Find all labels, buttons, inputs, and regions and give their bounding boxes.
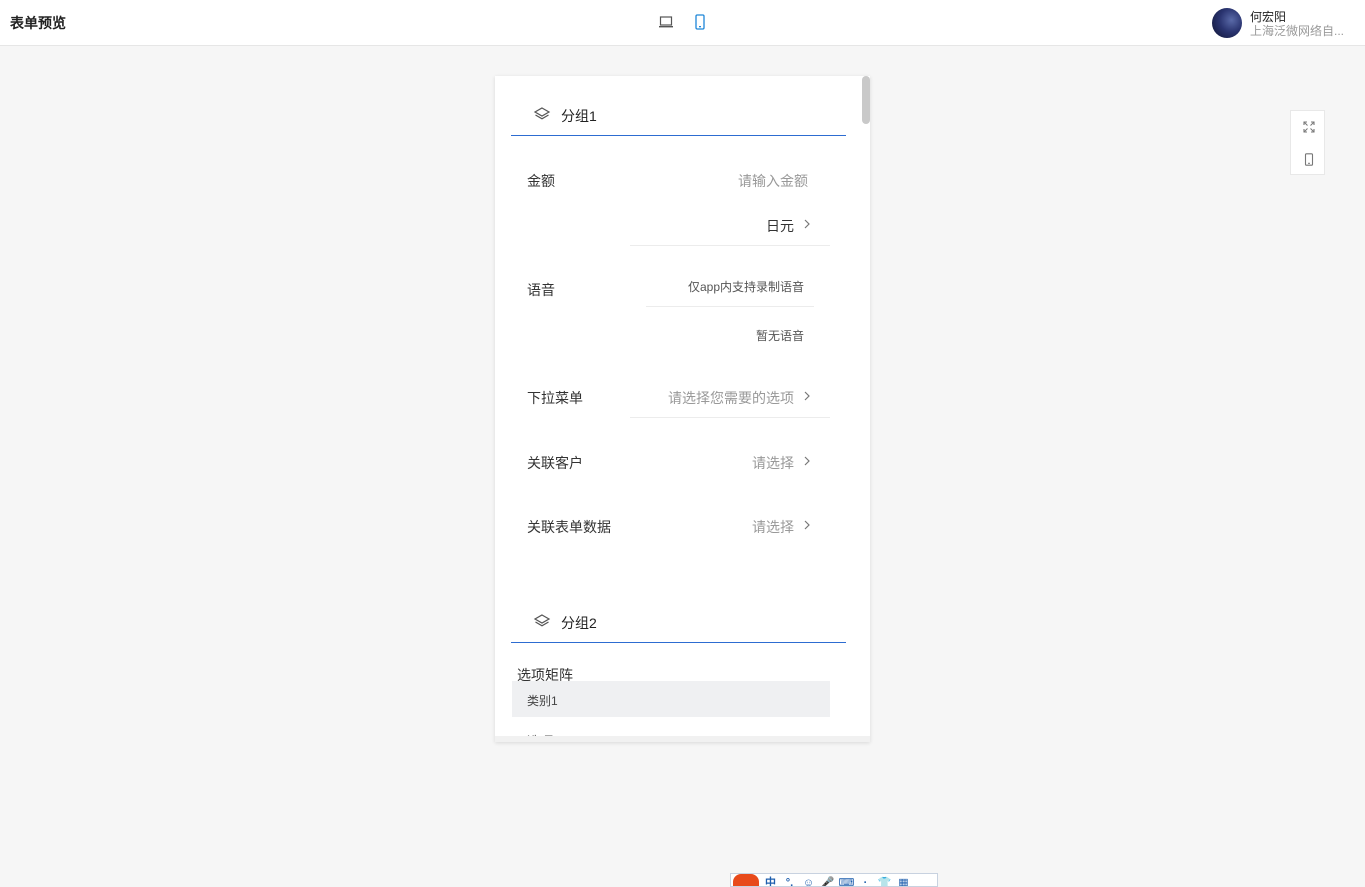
page-title: 表单预览	[10, 15, 66, 31]
expand-icon	[1302, 121, 1315, 133]
desktop-preview-button[interactable]	[656, 12, 676, 32]
divider	[646, 306, 814, 307]
matrix-category-label: 类别1	[527, 694, 558, 708]
matrix-category-row: 类别1	[512, 681, 830, 717]
ime-toolbar[interactable]: 中 °, ☺ 🎤 ⌨ · 👕 ▦	[730, 873, 938, 887]
fullscreen-button[interactable]	[1291, 111, 1326, 143]
scrollbar-thumb[interactable]	[862, 76, 870, 124]
user-organization: 上海泛微网络自...	[1250, 24, 1345, 38]
dropdown-label: 下拉菜单	[527, 390, 583, 406]
group-title: 分组1	[561, 108, 597, 124]
mobile-view-button[interactable]	[1291, 143, 1326, 175]
layers-icon	[533, 614, 551, 627]
chevron-right-icon	[804, 520, 810, 530]
mobile-form-preview[interactable]: 分组1 金额 请输入金额 日元 语音 仅app内支持录制语音 暂无语音 下拉菜单…	[495, 76, 870, 742]
customer-label: 关联客户	[527, 455, 583, 471]
divider	[630, 417, 830, 418]
group-title: 分组2	[561, 615, 597, 631]
ime-menu-icon[interactable]: ▦	[894, 874, 913, 886]
divider	[630, 245, 830, 246]
ime-chinese-mode[interactable]: 中	[761, 874, 780, 886]
ime-voice-icon[interactable]: 🎤	[818, 874, 837, 886]
chevron-right-icon	[804, 391, 810, 401]
voice-empty-text: 暂无语音	[755, 329, 804, 343]
group-header-1: 分组1	[511, 92, 846, 136]
amount-input[interactable]: 请输入金额	[738, 171, 808, 191]
chevron-right-icon	[804, 456, 810, 466]
ime-logo-icon	[731, 874, 761, 886]
layers-icon	[533, 107, 551, 120]
avatar[interactable]	[1212, 8, 1242, 38]
dropdown-select[interactable]: 请选择您需要的选项	[668, 388, 794, 408]
phone-icon	[695, 14, 705, 30]
form-data-select[interactable]: 请选择	[752, 517, 794, 537]
ime-skin-icon[interactable]: 👕	[875, 874, 894, 886]
mobile-preview-button[interactable]	[690, 12, 710, 32]
chevron-right-icon	[804, 219, 810, 229]
voice-label: 语音	[527, 282, 555, 298]
phone-icon	[1304, 152, 1313, 166]
top-bar: 表单预览 何宏阳 上海泛微网络自...	[0, 0, 1365, 46]
bottom-fade	[495, 736, 870, 742]
ime-dot[interactable]: ·	[856, 874, 875, 886]
form-data-label: 关联表单数据	[527, 519, 611, 535]
customer-select[interactable]: 请选择	[752, 453, 794, 473]
currency-select[interactable]: 日元	[766, 216, 794, 236]
group-header-2: 分组2	[511, 599, 846, 643]
voice-hint: 仅app内支持录制语音	[687, 280, 804, 294]
side-toolbar	[1290, 110, 1325, 175]
laptop-icon	[659, 16, 673, 28]
ime-keyboard-icon[interactable]: ⌨	[837, 874, 856, 886]
ime-punctuation[interactable]: °,	[780, 874, 799, 886]
amount-label: 金额	[527, 173, 555, 189]
ime-emoji-icon[interactable]: ☺	[799, 874, 818, 886]
